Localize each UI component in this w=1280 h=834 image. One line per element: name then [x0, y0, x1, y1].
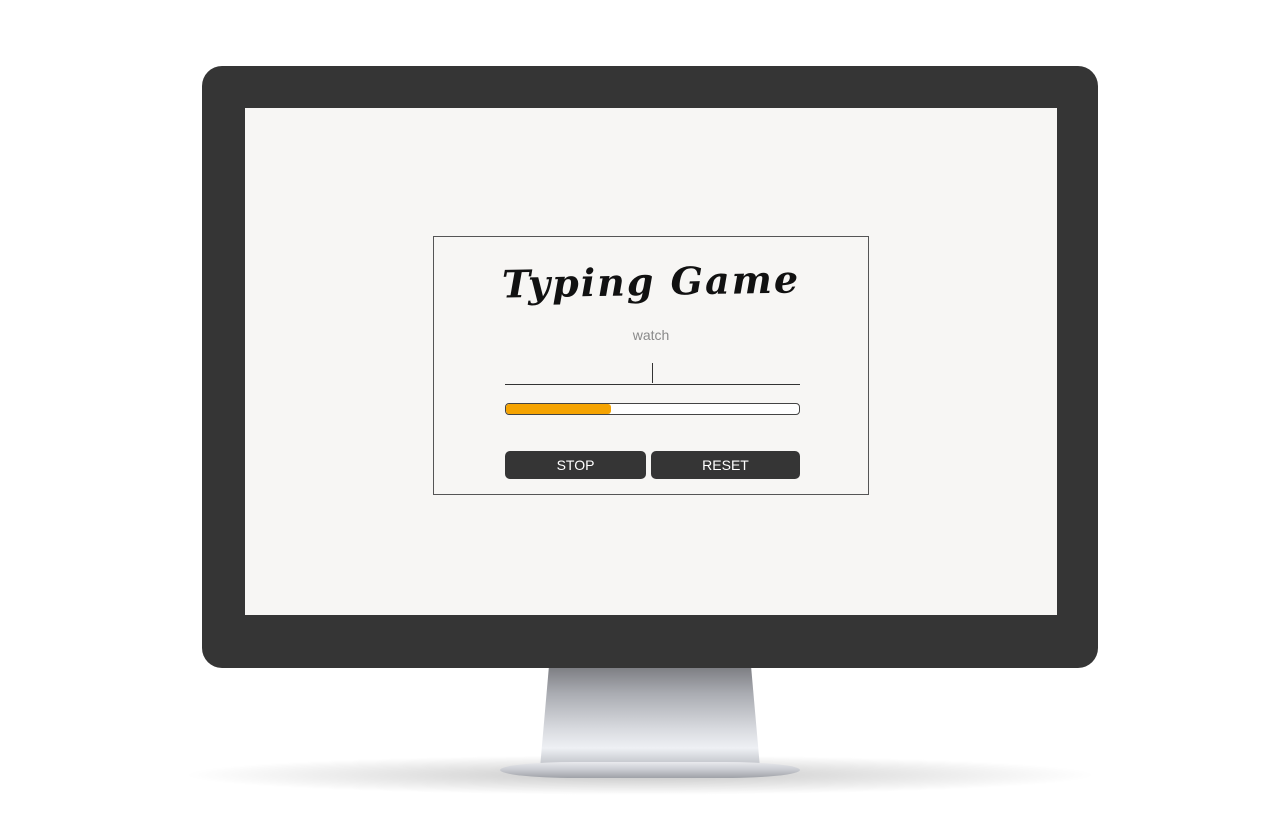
monitor-stand-base: [500, 762, 800, 778]
text-caret: [652, 363, 653, 383]
reset-button[interactable]: RESET: [651, 451, 800, 479]
time-progress-fill: [506, 404, 612, 414]
monitor-scene: Typing Game watch STOP RESET: [0, 0, 1280, 834]
stop-button[interactable]: STOP: [505, 451, 646, 479]
target-word: watch: [632, 327, 670, 343]
typing-game-panel: Typing Game watch STOP RESET: [433, 236, 869, 495]
game-title: Typing Game: [501, 256, 801, 307]
monitor-stand: [540, 668, 760, 768]
time-progress-bar: [505, 403, 800, 415]
